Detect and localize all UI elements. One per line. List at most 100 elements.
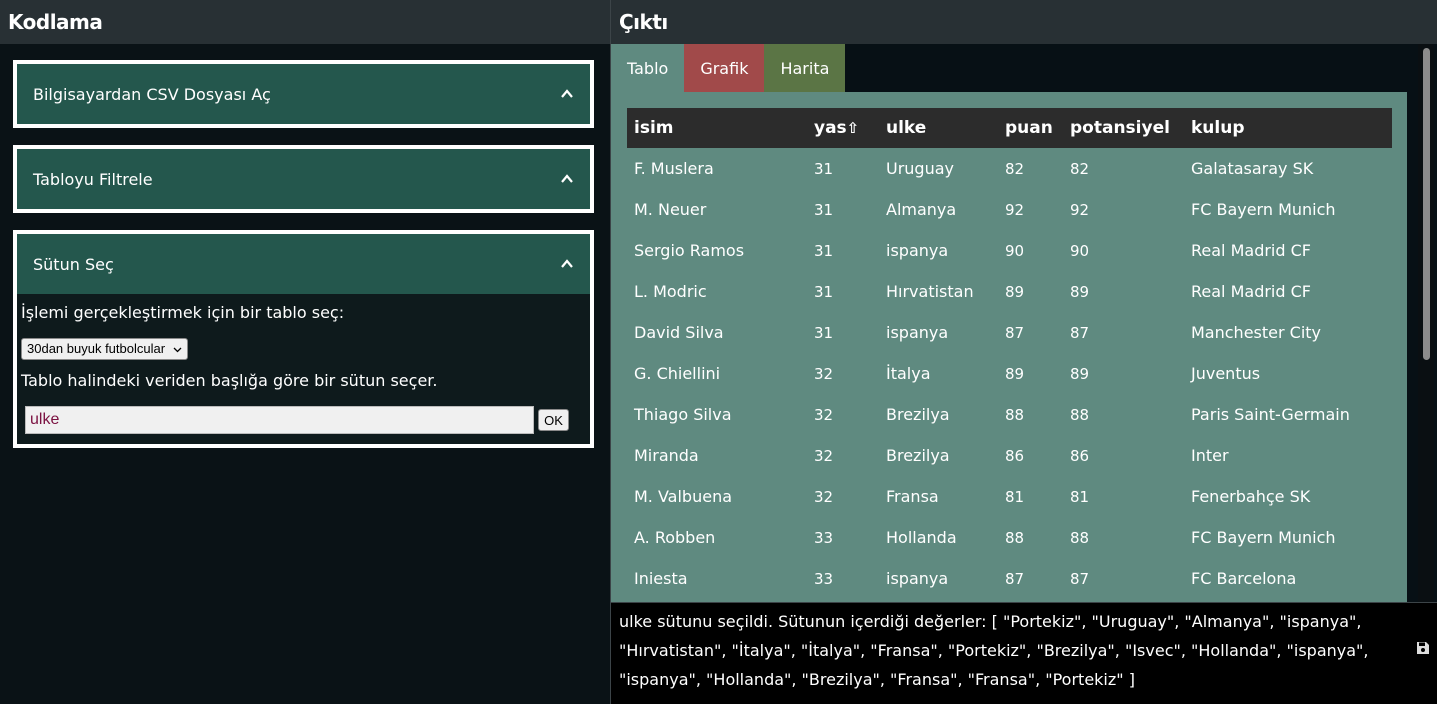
table-cell-yas: 31: [814, 159, 834, 178]
ok-button[interactable]: OK: [538, 409, 569, 431]
output-pane: Çıktı Tablo Grafik Harita isim yas⇧ ulke…: [610, 0, 1437, 704]
column-header-kulup[interactable]: kulup: [1184, 108, 1392, 148]
table-cell-kulup: Real Madrid CF: [1191, 241, 1311, 260]
table-cell-yas: 31: [814, 323, 834, 342]
table-cell-isim: Sergio Ramos: [634, 241, 745, 260]
accordion-body-select-column: İşlemi gerçekleştirmek için bir tablo se…: [17, 294, 590, 438]
table-cell-puan: 87: [1005, 323, 1025, 342]
accordion-header-open-csv[interactable]: Bilgisayardan CSV Dosyası Aç: [17, 64, 590, 124]
column-select-instruction: Tablo halindeki veriden başlığa göre bir…: [21, 371, 438, 390]
table-row: A. Robben 33 Hollanda 88 88 FC Bayern Munich: [627, 517, 1392, 558]
table-cell-yas: 32: [814, 364, 834, 383]
column-name-value: ulke: [30, 411, 60, 428]
table-cell-ulke: ispanya: [886, 569, 949, 588]
column-header-label: yas: [814, 118, 847, 138]
table-cell-ulke: İtalya: [886, 364, 931, 383]
table-cell-puan: 88: [1005, 528, 1025, 547]
table-body: F. Muslera 31 Uruguay 82 82 Galatasaray SK M. …: [627, 148, 1392, 599]
table-cell-isim: A. Robben: [634, 528, 716, 547]
table-cell-potansiyel: 92: [1070, 200, 1090, 219]
table-row: L. Modric 31 Hırvatistan 89 89 Real Madrid CF: [627, 271, 1392, 312]
table-cell-potansiyel: 88: [1070, 528, 1090, 547]
chevron-up-icon: [561, 89, 573, 98]
table-cell-isim: David Silva: [634, 323, 724, 342]
table-cell-isim: M. Valbuena: [634, 487, 733, 506]
table-cell-puan: 88: [1005, 405, 1025, 424]
table-header-row: isim yas⇧ ulke puan potansiyel kulup: [627, 108, 1392, 148]
table-row: David Silva 31 ispanya 87 87 Manchester City: [627, 312, 1392, 353]
table-cell-puan: 92: [1005, 200, 1025, 219]
table-cell-kulup: Fenerbahçe SK: [1191, 487, 1311, 506]
table-cell-kulup: FC Bayern Munich: [1191, 528, 1336, 547]
table-container: isim yas⇧ ulke puan potansiyel kulup F. …: [611, 92, 1407, 602]
column-header-isim[interactable]: isim: [627, 108, 807, 148]
table-cell-potansiyel: 89: [1070, 282, 1090, 301]
scrollbar-thumb[interactable]: [1423, 48, 1430, 360]
table-cell-ulke: Fransa: [886, 487, 939, 506]
table-select-dropdown[interactable]: 30dan buyuk futbolcular: [21, 338, 188, 360]
table-cell-puan: 87: [1005, 569, 1025, 588]
table-row: F. Muslera 31 Uruguay 82 82 Galatasaray SK: [627, 148, 1392, 189]
chevron-up-icon: [561, 259, 573, 268]
table-cell-puan: 90: [1005, 241, 1025, 260]
column-header-yas[interactable]: yas⇧: [807, 108, 879, 148]
table-cell-kulup: Inter: [1191, 446, 1229, 465]
table-cell-yas: 31: [814, 241, 834, 260]
table-cell-yas: 31: [814, 282, 834, 301]
table-cell-isim: G. Chiellini: [634, 364, 721, 383]
table-cell-kulup: Real Madrid CF: [1191, 282, 1311, 301]
vertical-scrollbar[interactable]: [1418, 44, 1434, 602]
table-cell-kulup: Galatasaray SK: [1191, 159, 1314, 178]
table-cell-puan: 82: [1005, 159, 1025, 178]
table-cell-puan: 81: [1005, 487, 1025, 506]
table-select-value: 30dan buyuk futbolcular: [27, 341, 166, 356]
accordion-header-select-column[interactable]: Sütun Seç: [17, 234, 590, 294]
table-cell-ulke: Hollanda: [886, 528, 957, 547]
table-cell-kulup: FC Barcelona: [1191, 569, 1297, 588]
table-cell-ulke: Uruguay: [886, 159, 954, 178]
table-cell-potansiyel: 81: [1070, 487, 1090, 506]
table-row: Sergio Ramos 31 ispanya 90 90 Real Madrid CF: [627, 230, 1392, 271]
column-header-puan[interactable]: puan: [998, 108, 1063, 148]
table-cell-isim: M. Neuer: [634, 200, 707, 219]
table-cell-ulke: Brezilya: [886, 405, 950, 424]
column-name-input[interactable]: ulke: [25, 406, 534, 434]
accordion-title: Sütun Seç: [33, 254, 114, 274]
tab-harita[interactable]: Harita: [764, 44, 846, 92]
table-cell-kulup: FC Bayern Munich: [1191, 200, 1336, 219]
table-cell-yas: 31: [814, 200, 834, 219]
tab-tablo[interactable]: Tablo: [611, 44, 685, 92]
output-tabs: Tablo Grafik Harita: [611, 44, 846, 92]
table-cell-isim: Miranda: [634, 446, 699, 465]
table-cell-ulke: ispanya: [886, 323, 949, 342]
tab-grafik[interactable]: Grafik: [684, 44, 765, 92]
accordion-open-csv: Bilgisayardan CSV Dosyası Aç: [13, 60, 594, 128]
data-table: isim yas⇧ ulke puan potansiyel kulup F. …: [627, 108, 1392, 599]
table-cell-potansiyel: 88: [1070, 405, 1090, 424]
accordion-header-filter-table[interactable]: Tabloyu Filtrele: [17, 149, 590, 209]
table-cell-isim: Iniesta: [634, 569, 688, 588]
table-cell-potansiyel: 89: [1070, 364, 1090, 383]
table-row: G. Chiellini 32 İtalya 89 89 Juventus: [627, 353, 1392, 394]
accordion-title: Tabloyu Filtrele: [33, 169, 153, 189]
table-cell-kulup: Paris Saint-Germain: [1191, 405, 1350, 424]
table-cell-isim: F. Muslera: [634, 159, 714, 178]
column-header-potansiyel[interactable]: potansiyel: [1063, 108, 1184, 148]
table-row: Miranda 32 Brezilya 86 86 Inter: [627, 435, 1392, 476]
table-cell-potansiyel: 86: [1070, 446, 1090, 465]
output-pane-title: Çıktı: [611, 0, 1437, 44]
table-cell-puan: 86: [1005, 446, 1025, 465]
save-icon[interactable]: [1416, 641, 1430, 655]
table-select-prompt: İşlemi gerçekleştirmek için bir tablo se…: [21, 303, 345, 322]
table-row: M. Neuer 31 Almanya 92 92 FC Bayern Munich: [627, 189, 1392, 230]
table-cell-kulup: Juventus: [1191, 364, 1261, 383]
table-cell-kulup: Manchester City: [1191, 323, 1322, 342]
table-cell-ulke: Almanya: [886, 200, 957, 219]
table-cell-potansiyel: 90: [1070, 241, 1090, 260]
table-cell-isim: L. Modric: [634, 282, 707, 301]
table-cell-yas: 33: [814, 528, 834, 547]
table-cell-puan: 89: [1005, 364, 1025, 383]
column-header-ulke[interactable]: ulke: [879, 108, 998, 148]
accordion-filter-table: Tabloyu Filtrele: [13, 145, 594, 213]
table-row: M. Valbuena 32 Fransa 81 81 Fenerbahçe SK: [627, 476, 1392, 517]
